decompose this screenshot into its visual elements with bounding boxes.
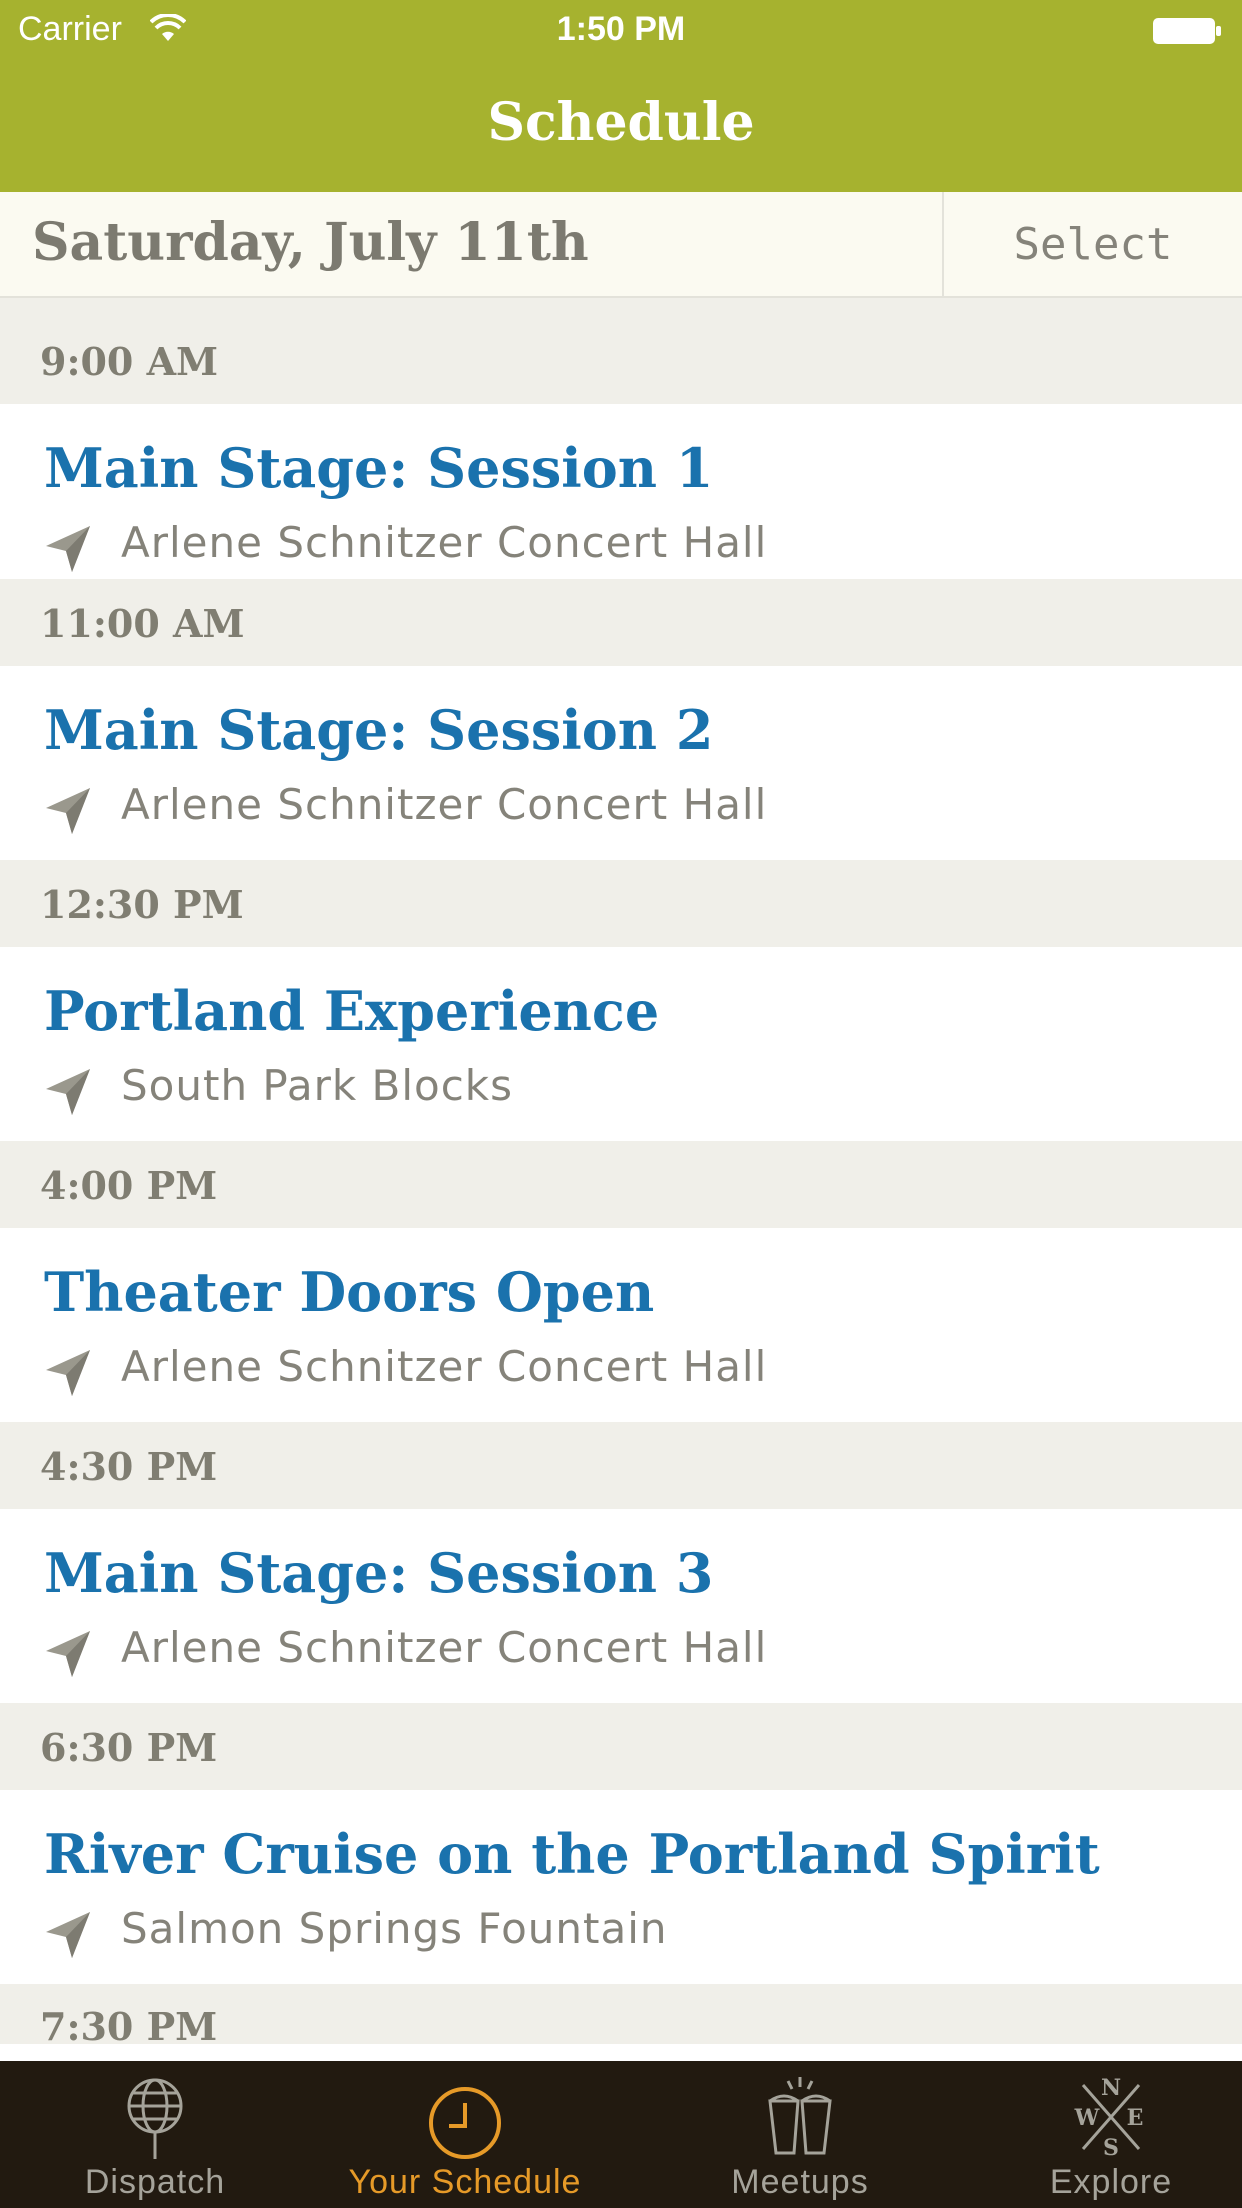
svg-text:N: N [1101,2075,1121,2101]
time-header-label: 4:00 PM [40,1163,218,1208]
time-header: 6:30 PM [0,1703,1242,1790]
svg-text:E: E [1127,2105,1144,2131]
event-location: Arlene Schnitzer Concert Hall [121,1623,768,1672]
event-row[interactable]: Theater Doors Open Arlene Schnitzer Conc… [0,1228,1242,1422]
tab-meetups[interactable]: Meetups [620,2061,980,2208]
time-header-label: 12:30 PM [40,882,244,927]
event-title: Main Stage: Session 2 [44,698,714,762]
time-header: 11:00 AM [0,579,1242,666]
time-header-label: 9:00 AM [40,339,219,384]
event-title: Theater Doors Open [44,1260,655,1324]
date-bar: Saturday, July 11th Select [0,192,1242,298]
time-header: 4:00 PM [0,1141,1242,1228]
status-time: 1:50 PM [556,10,686,48]
selected-date: Saturday, July 11th [32,212,589,273]
time-header-label: 6:30 PM [40,1725,218,1770]
event-title: Main Stage: Session 3 [44,1541,714,1605]
event-row[interactable]: Main Stage: Session 2 Arlene Schnitzer C… [0,666,1242,860]
location-arrow-icon [46,526,90,572]
event-location: Salmon Springs Fountain [121,1904,668,1953]
compass-icon: N W E S [1074,2075,1144,2161]
app-header: Carrier 1:50 PM Schedule [0,0,1242,192]
clock-icon [429,2087,501,2159]
time-header: 4:30 PM [0,1422,1242,1509]
tab-your-schedule[interactable]: Your Schedule [310,2061,620,2208]
event-title: River Cruise on the Portland Spirit [44,1822,1100,1886]
event-row[interactable]: Main Stage: Session 3 Arlene Schnitzer C… [0,1509,1242,1703]
page-title: Schedule [487,92,755,153]
tab-label: Your Schedule [348,2163,582,2201]
event-location: Arlene Schnitzer Concert Hall [121,1342,768,1391]
status-bar: Carrier 1:50 PM [0,0,1242,62]
time-header: 9:00 AM [0,298,1242,404]
tab-dispatch[interactable]: Dispatch [0,2061,310,2208]
tab-label: Explore [1049,2163,1173,2201]
tab-bar: Dispatch Your Schedule Meetups N W E S E… [0,2061,1242,2208]
select-date-button[interactable]: Select [942,192,1242,296]
tab-label: Dispatch [84,2163,226,2201]
tab-explore[interactable]: N W E S Explore [980,2061,1242,2208]
event-title: Portland Experience [44,979,660,1043]
globe-icon [127,2078,183,2159]
schedule-list[interactable]: 9:00 AM Main Stage: Session 1 Arlene Sch… [0,298,1242,2049]
battery-icon [1153,18,1221,44]
event-row[interactable]: Main Stage: Session 1 Arlene Schnitzer C… [0,404,1242,579]
event-title: Main Stage: Session 1 [44,436,714,500]
time-header-label: 11:00 AM [40,601,245,646]
time-header: 7:30 PM [0,1984,1242,2049]
location-arrow-icon [46,1350,90,1396]
event-location: Arlene Schnitzer Concert Hall [121,518,768,567]
event-row[interactable]: Portland Experience South Park Blocks [0,947,1242,1141]
event-location: Arlene Schnitzer Concert Hall [121,780,768,829]
location-arrow-icon [46,1069,90,1115]
location-arrow-icon [46,788,90,834]
location-arrow-icon [46,1912,90,1958]
time-header-label: 7:30 PM [40,2004,218,2049]
cups-icon [768,2077,832,2155]
time-header-label: 4:30 PM [40,1444,218,1489]
event-location: South Park Blocks [121,1061,514,1110]
event-row[interactable]: River Cruise on the Portland Spirit Salm… [0,1790,1242,1984]
time-header: 12:30 PM [0,860,1242,947]
svg-text:S: S [1103,2135,1119,2161]
svg-text:W: W [1074,2105,1100,2131]
tab-label: Meetups [731,2163,869,2201]
location-arrow-icon [46,1631,90,1677]
